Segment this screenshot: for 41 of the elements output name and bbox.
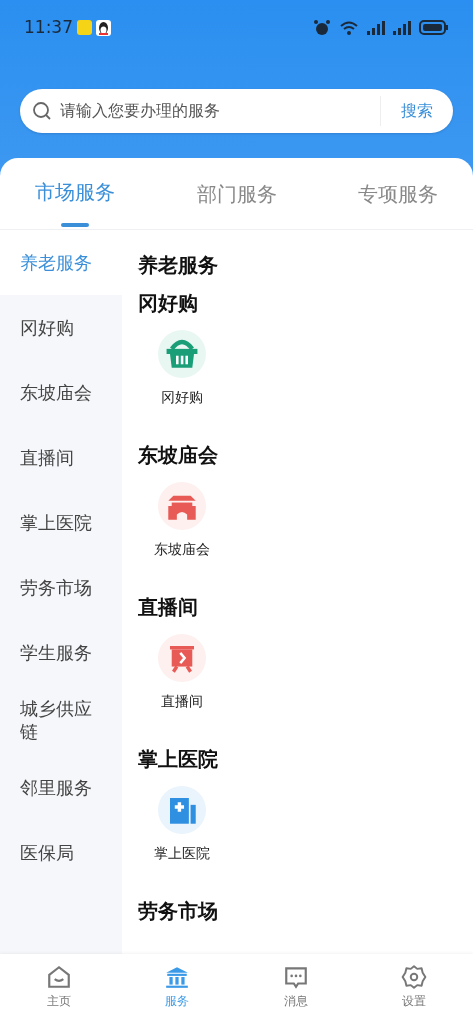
sidebar-item[interactable]: 城乡供应链 xyxy=(0,685,122,755)
app-notification-icon xyxy=(77,20,92,35)
signal-icon xyxy=(393,20,411,35)
tab[interactable]: 专项服务 xyxy=(358,158,438,229)
service-item[interactable]: 冈好购 xyxy=(138,328,226,408)
sidebar-item[interactable]: 邻里服务 xyxy=(0,755,122,820)
section-title: 直播间 xyxy=(138,594,198,620)
settings-icon xyxy=(400,964,427,990)
wifi-icon xyxy=(339,19,359,36)
section-title: 养老服务 xyxy=(138,252,218,278)
tab[interactable]: 部门服务 xyxy=(196,158,277,229)
search-button[interactable]: 搜索 xyxy=(381,99,453,123)
sidebar-item[interactable]: 养老服务 xyxy=(0,230,122,295)
status-time: 11:37 xyxy=(24,15,73,39)
sidebar-item[interactable]: 学生服务 xyxy=(0,620,122,685)
sidebar-item[interactable]: 直播间 xyxy=(0,425,122,490)
search-placeholder: 请输入您要办理的服务 xyxy=(60,100,221,122)
chat-icon xyxy=(282,964,309,990)
sidebar-item[interactable]: 医保局 xyxy=(0,820,122,885)
section-title: 冈好购 xyxy=(138,290,198,316)
section-title: 掌上医院 xyxy=(138,746,218,772)
sidebar-item[interactable]: 劳务市场 xyxy=(0,555,122,620)
sidebar-item[interactable]: 东坡庙会 xyxy=(0,360,122,425)
home-icon xyxy=(46,964,73,990)
bank-icon xyxy=(164,964,191,990)
service-item[interactable]: 掌上医院 xyxy=(138,784,226,864)
nav-tab[interactable]: 主页 xyxy=(24,964,95,1010)
search-icon xyxy=(32,101,52,121)
signal-icon xyxy=(367,20,385,35)
search-bar[interactable]: 请输入您要办理的服务 搜索 xyxy=(20,89,453,133)
section-title: 东坡庙会 xyxy=(138,442,218,468)
nav-tab[interactable]: 消息 xyxy=(260,964,331,1010)
battery-icon xyxy=(419,20,449,35)
alarm-icon xyxy=(313,18,331,37)
sidebar-item[interactable]: 掌上医院 xyxy=(0,490,122,555)
sidebar-item[interactable]: 冈好购 xyxy=(0,295,122,360)
nav-tab[interactable]: 设置 xyxy=(378,964,449,1010)
service-item[interactable]: 东坡庙会 xyxy=(138,480,226,560)
penguin-icon xyxy=(96,19,111,36)
service-item[interactable]: 直播间 xyxy=(138,632,226,712)
section-title: 劳务市场 xyxy=(138,898,218,924)
